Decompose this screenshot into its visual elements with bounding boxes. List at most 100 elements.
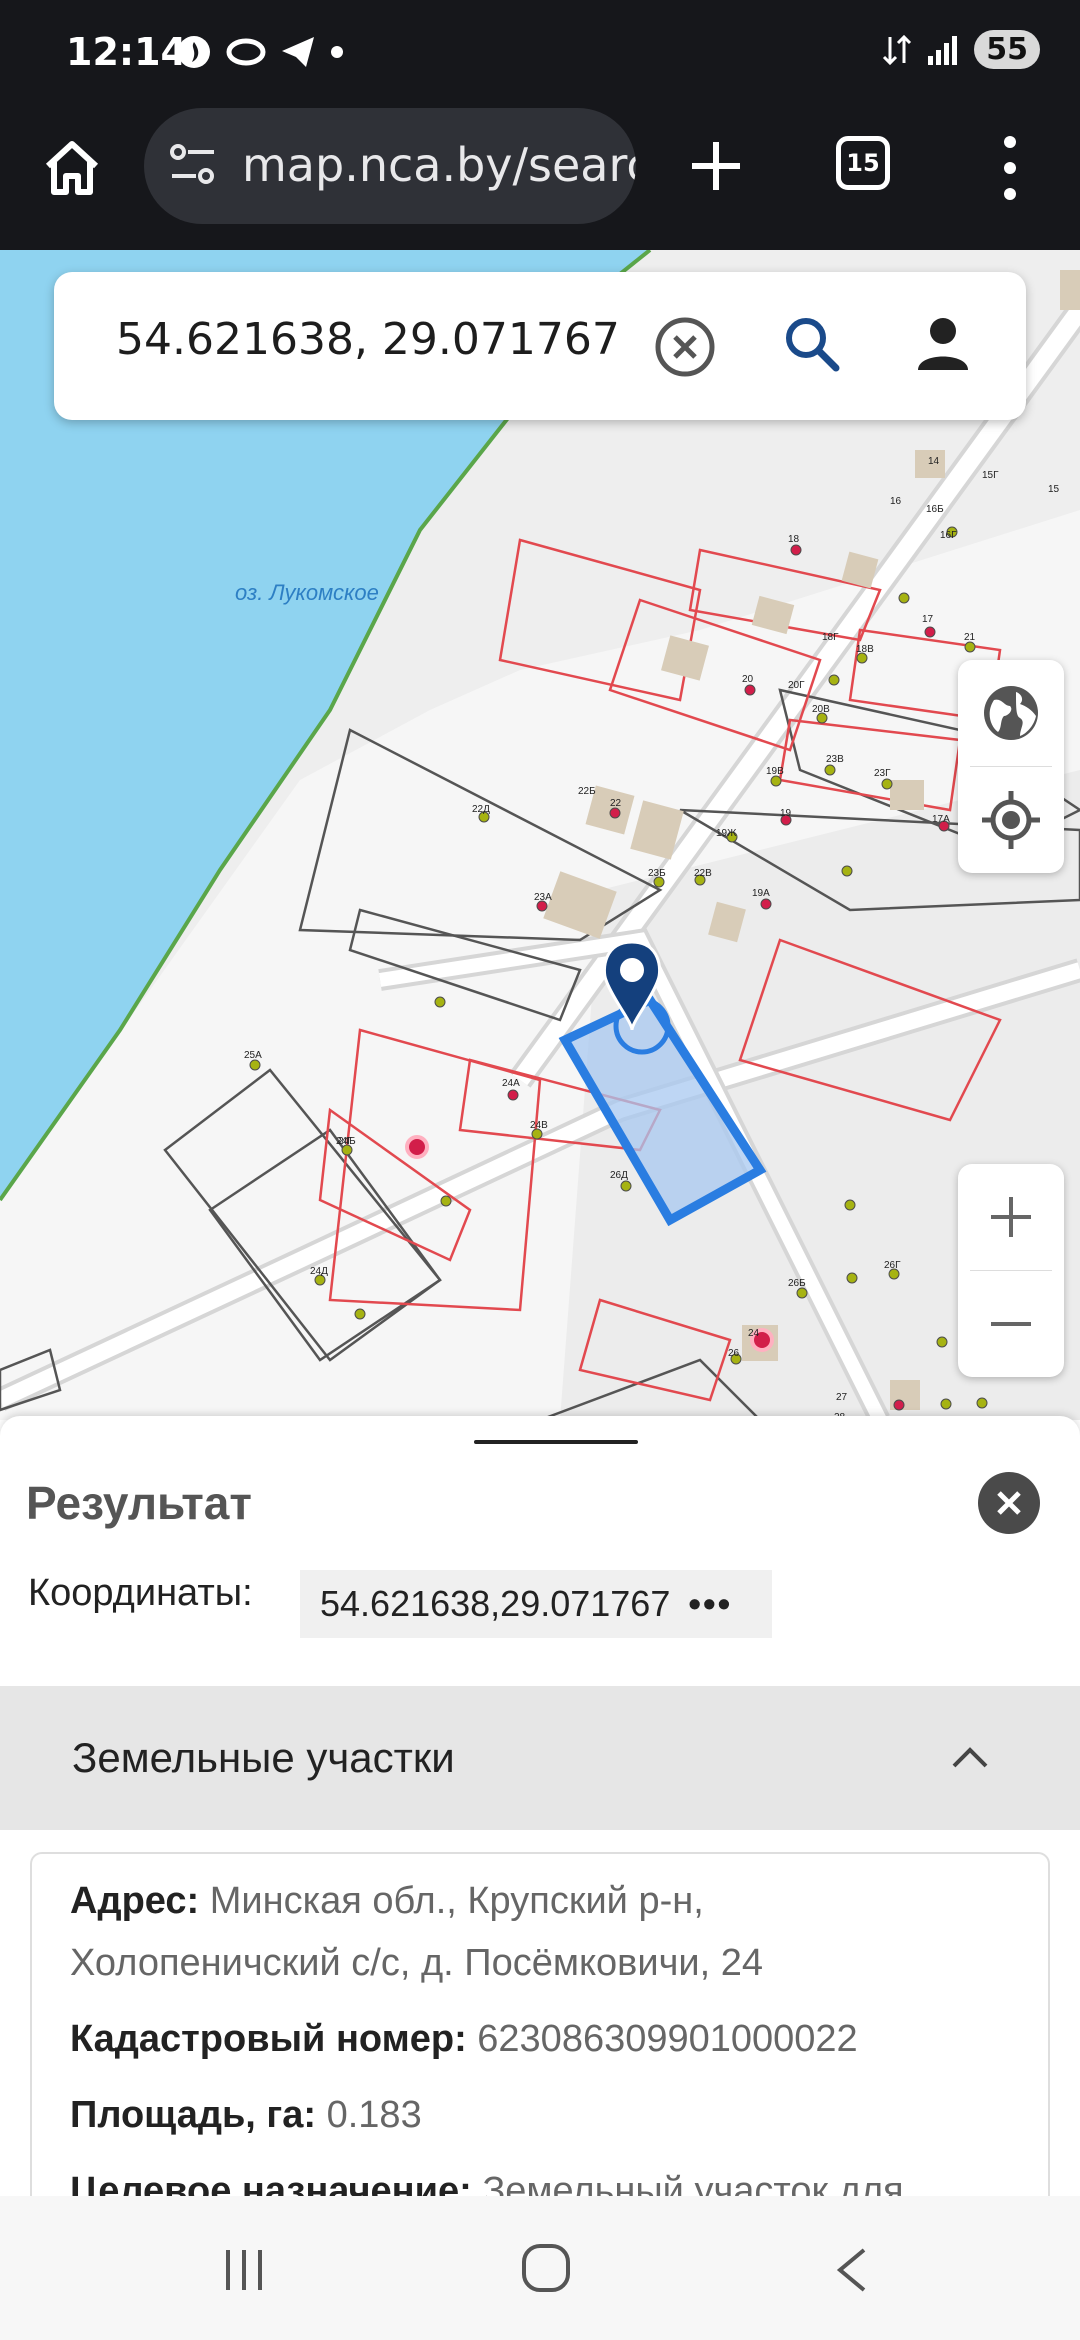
svg-text:24А: 24А	[502, 1078, 520, 1089]
address-line2: Холопеничский с/с, д. Посёмковичи, 24	[70, 1942, 763, 1984]
address-label: Адрес:	[70, 1880, 200, 1922]
svg-text:16Г: 16Г	[940, 530, 957, 541]
svg-text:17А: 17А	[932, 814, 950, 825]
svg-text:23А: 23А	[534, 892, 552, 903]
more-vert-icon[interactable]	[990, 128, 1030, 208]
cadastral-value: 623086309901000022	[477, 2018, 858, 2060]
map-controls-top	[958, 660, 1064, 873]
globe-icon	[984, 686, 1038, 740]
purpose-row: Целевое назначение: Земельный участок дл…	[70, 2170, 904, 2196]
new-tab-icon[interactable]	[680, 130, 752, 202]
result-title: Результат	[26, 1477, 252, 1529]
svg-text:20Г: 20Г	[788, 680, 805, 691]
area-label: Площадь, га:	[70, 2094, 317, 2136]
svg-text:18В: 18В	[856, 644, 874, 655]
svg-text:18Г: 18Г	[822, 632, 839, 643]
svg-text:14: 14	[928, 456, 940, 467]
flame-notification-icon	[178, 36, 210, 68]
minus-icon	[991, 1322, 1031, 1326]
svg-text:26: 26	[728, 1348, 740, 1359]
land-plot-card: Адрес: Минская обл., Крупский р-н, Холоп…	[30, 1852, 1050, 2196]
map-view[interactable]: оз. Лукомское 14 15 15Г 16 16Б 16Г 17 17…	[0, 250, 1080, 1420]
lake-label: оз. Лукомское	[235, 580, 379, 605]
svg-text:24Д: 24Д	[310, 1266, 328, 1277]
home-nav-icon[interactable]	[520, 2242, 572, 2294]
svg-text:18: 18	[788, 534, 800, 545]
svg-text:23Б: 23Б	[648, 868, 666, 879]
svg-text:16Б: 16Б	[926, 504, 944, 515]
svg-text:22В: 22В	[694, 868, 712, 879]
coordinates-label: Координаты:	[28, 1572, 253, 1614]
close-result-button[interactable]	[978, 1472, 1040, 1534]
address-line1: Минская обл., Крупский р-н,	[209, 1880, 704, 1922]
coordinates-chip[interactable]: 54.621638,29.071767 •••	[300, 1570, 772, 1638]
cadastral-row: Кадастровый номер: 623086309901000022	[70, 2018, 858, 2061]
search-icon[interactable]	[782, 314, 842, 374]
status-time: 12:14	[66, 30, 187, 74]
svg-text:26Д: 26Д	[610, 1170, 628, 1181]
site-settings-icon[interactable]	[168, 142, 218, 188]
crosshair-location-icon	[982, 791, 1040, 849]
more-horiz-icon[interactable]: •••	[688, 1583, 732, 1625]
back-icon[interactable]	[834, 2248, 870, 2292]
svg-text:24В: 24В	[530, 1120, 548, 1131]
coordinates-value: 54.621638,29.071767	[320, 1583, 671, 1624]
zoom-out-button[interactable]	[958, 1271, 1064, 1377]
svg-text:19В: 19В	[766, 766, 784, 777]
tab-switcher-button[interactable]: 15	[836, 136, 890, 190]
svg-text:20: 20	[742, 674, 754, 685]
area-value: 0.183	[326, 2094, 422, 2136]
url-text: map.nca.by/search	[242, 138, 636, 192]
zoom-in-button[interactable]	[958, 1164, 1064, 1270]
data-transfer-icon	[883, 34, 912, 65]
purpose-label: Целевое назначение:	[70, 2170, 472, 2196]
clear-search-icon[interactable]	[654, 316, 716, 378]
svg-text:16: 16	[890, 496, 902, 507]
area-row: Площадь, га: 0.183	[70, 2094, 422, 2137]
zoom-controls	[958, 1164, 1064, 1377]
status-bar: 12:14 55	[0, 0, 1080, 108]
plus-icon	[991, 1197, 1031, 1237]
svg-text:24: 24	[748, 1328, 760, 1339]
svg-text:19: 19	[780, 808, 792, 819]
user-account-icon[interactable]	[912, 312, 974, 374]
svg-text:22: 22	[610, 798, 622, 809]
svg-text:27: 27	[836, 1392, 848, 1403]
close-icon	[997, 1491, 1021, 1515]
recent-apps-icon[interactable]	[222, 2248, 266, 2292]
svg-text:26Б: 26Б	[788, 1278, 806, 1289]
sheet-drag-handle[interactable]	[474, 1440, 638, 1444]
svg-text:22Д: 22Д	[472, 804, 490, 815]
address-row: Адрес: Минская обл., Крупский р-н,	[70, 1880, 704, 1923]
signal-icon	[928, 35, 958, 65]
search-input[interactable]: 54.621638, 29.071767	[116, 314, 620, 365]
my-location-button[interactable]	[958, 767, 1064, 873]
telegram-notification-icon	[282, 37, 314, 67]
address-bar[interactable]: map.nca.by/search	[144, 108, 636, 224]
svg-text:25А: 25А	[244, 1050, 262, 1061]
svg-text:20В: 20В	[812, 704, 830, 715]
svg-text:17: 17	[922, 614, 934, 625]
link-notification-icon	[226, 38, 266, 66]
accordion-title: Земельные участки	[72, 1734, 455, 1781]
coordinate-search-box[interactable]: 54.621638, 29.071767	[54, 272, 1026, 420]
browser-toolbar: map.nca.by/search 15	[0, 108, 1080, 250]
notification-icons	[176, 34, 344, 70]
chevron-up-icon[interactable]	[948, 1736, 992, 1780]
svg-text:23В: 23В	[826, 754, 844, 765]
svg-text:24Г: 24Г	[336, 1136, 353, 1147]
result-bottom-sheet: Результат Координаты: 54.621638,29.07176…	[0, 1416, 1080, 2196]
svg-text:21: 21	[964, 632, 976, 643]
svg-text:22Б: 22Б	[578, 786, 596, 797]
map-canvas[interactable]: оз. Лукомское 14 15 15Г 16 16Б 16Г 17 17…	[0, 250, 1080, 1420]
svg-text:23Г: 23Г	[874, 768, 891, 779]
home-icon[interactable]	[36, 132, 108, 204]
svg-text:26Г: 26Г	[884, 1260, 901, 1271]
cadastral-label: Кадастровый номер:	[70, 2018, 467, 2060]
land-plots-accordion[interactable]: Земельные участки	[0, 1686, 1080, 1830]
base-layer-button[interactable]	[958, 660, 1064, 766]
svg-text:15: 15	[1048, 484, 1060, 495]
svg-text:19А: 19А	[752, 888, 770, 899]
purpose-value: Земельный участок для	[482, 2170, 904, 2196]
svg-text:19Ж: 19Ж	[716, 828, 737, 839]
